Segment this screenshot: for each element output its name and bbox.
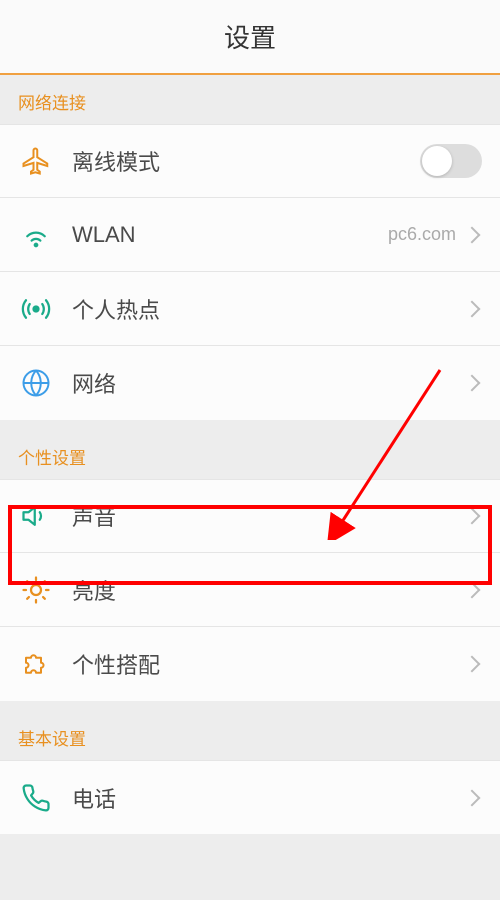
row-airplane-mode[interactable]: 离线模式 bbox=[0, 124, 500, 198]
row-label: WLAN bbox=[72, 222, 388, 248]
page-title: 设置 bbox=[224, 18, 276, 55]
row-hotspot[interactable]: 个人热点 bbox=[0, 272, 500, 346]
phone-icon bbox=[18, 780, 54, 816]
chevron-right-icon bbox=[464, 656, 481, 673]
row-label: 个人热点 bbox=[72, 293, 466, 325]
row-sound[interactable]: 声音 bbox=[0, 479, 500, 553]
section-header-personal: 个性设置 bbox=[0, 430, 500, 479]
row-network[interactable]: 网络 bbox=[0, 346, 500, 420]
row-label: 离线模式 bbox=[72, 145, 420, 177]
toggle-knob bbox=[422, 146, 452, 176]
row-phone[interactable]: 电话 bbox=[0, 760, 500, 834]
row-label: 个性搭配 bbox=[72, 648, 466, 680]
group-personal: 声音 亮度 个性搭配 bbox=[0, 479, 500, 701]
chevron-right-icon bbox=[464, 226, 481, 243]
hotspot-icon bbox=[18, 291, 54, 327]
row-label: 电话 bbox=[72, 782, 466, 814]
group-network: 离线模式 WLAN pc6.com 个人热点 bbox=[0, 124, 500, 420]
row-theme[interactable]: 个性搭配 bbox=[0, 627, 500, 701]
wifi-icon bbox=[18, 217, 54, 253]
chevron-right-icon bbox=[464, 581, 481, 598]
row-label: 声音 bbox=[72, 500, 466, 532]
airplane-toggle[interactable] bbox=[420, 144, 482, 178]
group-basic: 电话 bbox=[0, 760, 500, 834]
globe-icon bbox=[18, 365, 54, 401]
puzzle-icon bbox=[18, 646, 54, 682]
section-header-network: 网络连接 bbox=[0, 75, 500, 124]
row-label: 亮度 bbox=[72, 574, 466, 606]
row-label: 网络 bbox=[72, 367, 466, 399]
row-wlan[interactable]: WLAN pc6.com bbox=[0, 198, 500, 272]
chevron-right-icon bbox=[464, 300, 481, 317]
sun-icon bbox=[18, 572, 54, 608]
section-header-basic: 基本设置 bbox=[0, 711, 500, 760]
speaker-icon bbox=[18, 498, 54, 534]
chevron-right-icon bbox=[464, 375, 481, 392]
row-brightness[interactable]: 亮度 bbox=[0, 553, 500, 627]
row-value: pc6.com bbox=[388, 224, 456, 245]
chevron-right-icon bbox=[464, 789, 481, 806]
header-bar: 设置 bbox=[0, 0, 500, 75]
airplane-icon bbox=[18, 143, 54, 179]
chevron-right-icon bbox=[464, 508, 481, 525]
